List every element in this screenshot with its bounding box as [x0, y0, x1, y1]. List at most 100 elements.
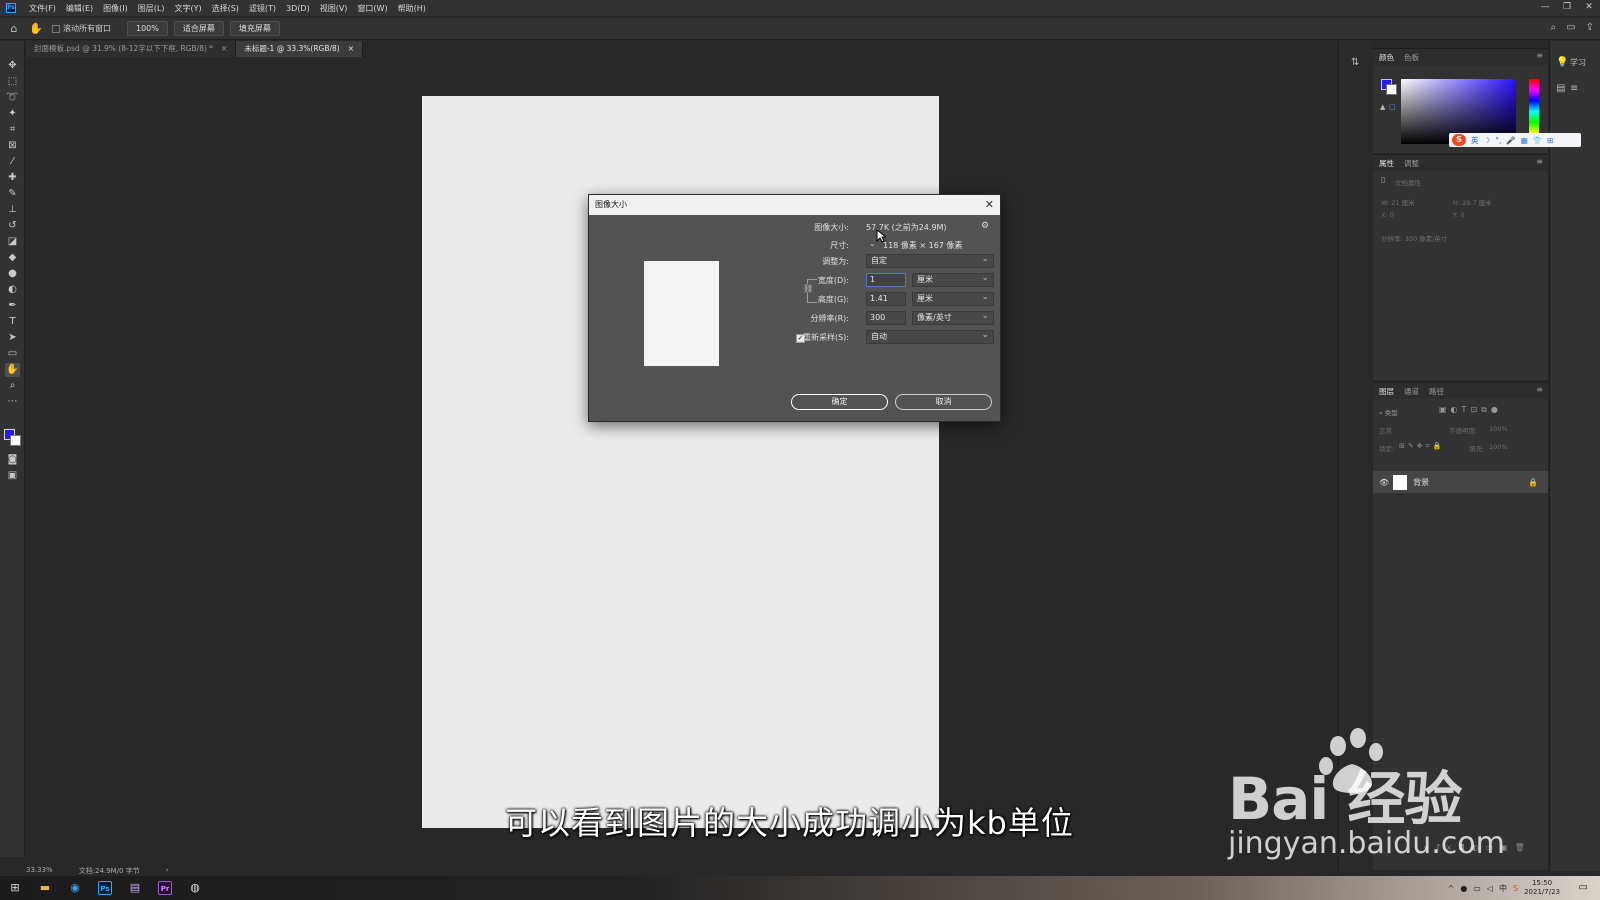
- layer-filter-icons[interactable]: ▣◐T⊡⧉●: [1439, 405, 1502, 415]
- learn-label[interactable]: 学习: [1570, 57, 1586, 68]
- hand-tool-preset-icon[interactable]: ✋: [28, 22, 44, 35]
- menu-type[interactable]: 文字(Y): [169, 3, 206, 14]
- tab-paths[interactable]: 路径: [1429, 386, 1444, 397]
- workspace-icon[interactable]: ▭: [1566, 22, 1575, 33]
- ime-punctuation-icon[interactable]: °,: [1495, 136, 1501, 145]
- close-window-button[interactable]: ✕: [1578, 0, 1600, 16]
- healing-brush-tool-icon[interactable]: ✚: [5, 171, 20, 185]
- frame-tool-icon[interactable]: ⊠: [5, 139, 20, 153]
- ime-keyboard-icon[interactable]: ▦: [1521, 136, 1528, 145]
- volume-icon[interactable]: ◁: [1487, 884, 1493, 893]
- menu-file[interactable]: 文件(F): [24, 3, 61, 14]
- tab-cover-template[interactable]: 封面模板.psd @ 31.9% (8-12字以下下框, RGB/8) * ×: [26, 41, 237, 57]
- ime-toolbox-icon[interactable]: ⊞: [1547, 136, 1553, 145]
- lasso-tool-icon[interactable]: ➰: [5, 91, 20, 105]
- fit-to-select[interactable]: 自定: [866, 253, 994, 268]
- layer-filter-search[interactable]: ⌕ 类型: [1379, 407, 1398, 418]
- layer-row-background[interactable]: 👁 背景 🔒: [1373, 471, 1548, 493]
- hand-tool-icon[interactable]: ✋: [5, 363, 20, 377]
- ime-skin-icon[interactable]: 👕: [1533, 136, 1542, 145]
- sogou-logo-icon[interactable]: S: [1452, 134, 1466, 146]
- close-tab-icon[interactable]: ×: [221, 41, 227, 57]
- width-input[interactable]: 1: [866, 273, 906, 287]
- file-explorer-icon[interactable]: ▬: [30, 876, 60, 900]
- tray-expand-icon[interactable]: ^: [1448, 884, 1455, 893]
- resolution-unit-select[interactable]: 像素/英寸: [912, 310, 994, 325]
- ime-moon-icon[interactable]: ☽: [1484, 136, 1491, 145]
- ime-microphone-icon[interactable]: 🎤: [1506, 136, 1515, 145]
- image-preview[interactable]: [644, 261, 719, 366]
- resolution-input[interactable]: 300: [866, 311, 906, 325]
- restore-button[interactable]: ❐: [1556, 0, 1578, 16]
- home-icon[interactable]: ⌂: [6, 22, 22, 35]
- search-icon[interactable]: ⌕: [1551, 22, 1557, 33]
- status-arrow-icon[interactable]: ›: [166, 866, 169, 874]
- quick-mask-icon[interactable]: ◙: [5, 453, 20, 467]
- layer-name[interactable]: 背景: [1413, 477, 1429, 488]
- share-icon[interactable]: ⇪: [1586, 22, 1594, 33]
- tab-properties[interactable]: 属性: [1379, 158, 1394, 169]
- resample-select[interactable]: 自动: [866, 329, 994, 344]
- tab-layers[interactable]: 图层: [1379, 386, 1394, 397]
- network-icon[interactable]: ▭: [1473, 884, 1481, 893]
- zoom-100-button[interactable]: 100%: [127, 21, 168, 36]
- panel-menu-icon[interactable]: ≡: [1536, 157, 1543, 166]
- eraser-tool-icon[interactable]: ◪: [5, 235, 20, 249]
- history-brush-tool-icon[interactable]: ↺: [5, 219, 20, 233]
- zoom-level[interactable]: 33.33%: [26, 866, 53, 874]
- dodge-tool-icon[interactable]: ◐: [5, 283, 20, 297]
- panel-menu-icon[interactable]: ≡: [1536, 51, 1543, 60]
- photoshop-taskbar-icon[interactable]: Ps: [98, 881, 112, 895]
- tray-app-icon[interactable]: ●: [1460, 884, 1467, 893]
- libraries-menu-icon[interactable]: ≡: [1570, 83, 1578, 94]
- menu-window[interactable]: 窗口(W): [352, 3, 392, 14]
- height-input[interactable]: 1.41: [866, 292, 906, 306]
- magic-wand-tool-icon[interactable]: ✦: [5, 107, 20, 121]
- fill-value[interactable]: 100%: [1489, 443, 1508, 451]
- tab-channels[interactable]: 通道: [1404, 386, 1419, 397]
- panel-menu-icon[interactable]: ≡: [1536, 385, 1543, 394]
- photoshop-logo-icon[interactable]: Ps: [6, 3, 16, 13]
- menu-3d[interactable]: 3D(D): [281, 4, 315, 13]
- browser-icon[interactable]: ◉: [60, 876, 90, 900]
- close-tab-icon[interactable]: ×: [348, 41, 354, 57]
- windows-start-icon[interactable]: ⊞: [0, 876, 30, 900]
- ok-button[interactable]: 确定: [791, 394, 888, 410]
- eyedropper-tool-icon[interactable]: ⁄: [5, 155, 20, 169]
- sogou-tray-icon[interactable]: S: [1513, 884, 1518, 893]
- notification-icon[interactable]: ▭: [1579, 882, 1588, 893]
- rectangle-tool-icon[interactable]: ▭: [5, 347, 20, 361]
- lock-icon[interactable]: 🔒: [1528, 478, 1538, 487]
- zoom-tool-icon[interactable]: ⌕: [5, 379, 20, 393]
- cancel-button[interactable]: 取消: [895, 394, 992, 410]
- tab-color[interactable]: 颜色: [1379, 52, 1394, 63]
- type-tool-icon[interactable]: T: [5, 315, 20, 329]
- lock-icons[interactable]: ⊞✎✥⌗🔒: [1399, 442, 1444, 451]
- clone-stamp-tool-icon[interactable]: ⊥: [5, 203, 20, 217]
- minimize-button[interactable]: —: [1534, 0, 1556, 16]
- width-unit-select[interactable]: 厘米: [912, 272, 994, 287]
- tab-swatches[interactable]: 色板: [1404, 52, 1419, 63]
- menu-layer[interactable]: 图层(L): [133, 3, 170, 14]
- menu-view[interactable]: 视图(V): [315, 3, 353, 14]
- close-icon[interactable]: ✕: [985, 195, 994, 215]
- color-panel-background-swatch[interactable]: [1386, 84, 1397, 95]
- paint-bucket-tool-icon[interactable]: ◆: [5, 251, 20, 265]
- libraries-icon[interactable]: ▤: [1556, 83, 1565, 94]
- tab-adjustments[interactable]: 调整: [1404, 158, 1419, 169]
- move-tool-icon[interactable]: ✥: [5, 59, 20, 73]
- ime-language-label[interactable]: 英: [1471, 135, 1479, 146]
- pen-tool-icon[interactable]: ✒: [5, 299, 20, 313]
- menu-select[interactable]: 选择(S): [207, 3, 244, 14]
- learn-icon[interactable]: 💡: [1556, 57, 1568, 68]
- brush-tool-icon[interactable]: ✎: [5, 187, 20, 201]
- history-panel-icon[interactable]: ⇅: [1351, 57, 1359, 68]
- scroll-all-windows-checkbox[interactable]: 滚动所有窗口: [52, 23, 111, 34]
- blend-mode-select[interactable]: 正常: [1379, 425, 1392, 435]
- tab-untitled-1[interactable]: 未标题-1 @ 33.3%(RGB/8) ×: [236, 41, 364, 57]
- menu-help[interactable]: 帮助(H): [393, 3, 431, 14]
- background-color-swatch[interactable]: [10, 435, 21, 446]
- eye-visibility-icon[interactable]: 👁: [1379, 478, 1389, 487]
- premiere-taskbar-icon[interactable]: Pr: [158, 881, 172, 895]
- height-unit-select[interactable]: 厘米: [912, 291, 994, 306]
